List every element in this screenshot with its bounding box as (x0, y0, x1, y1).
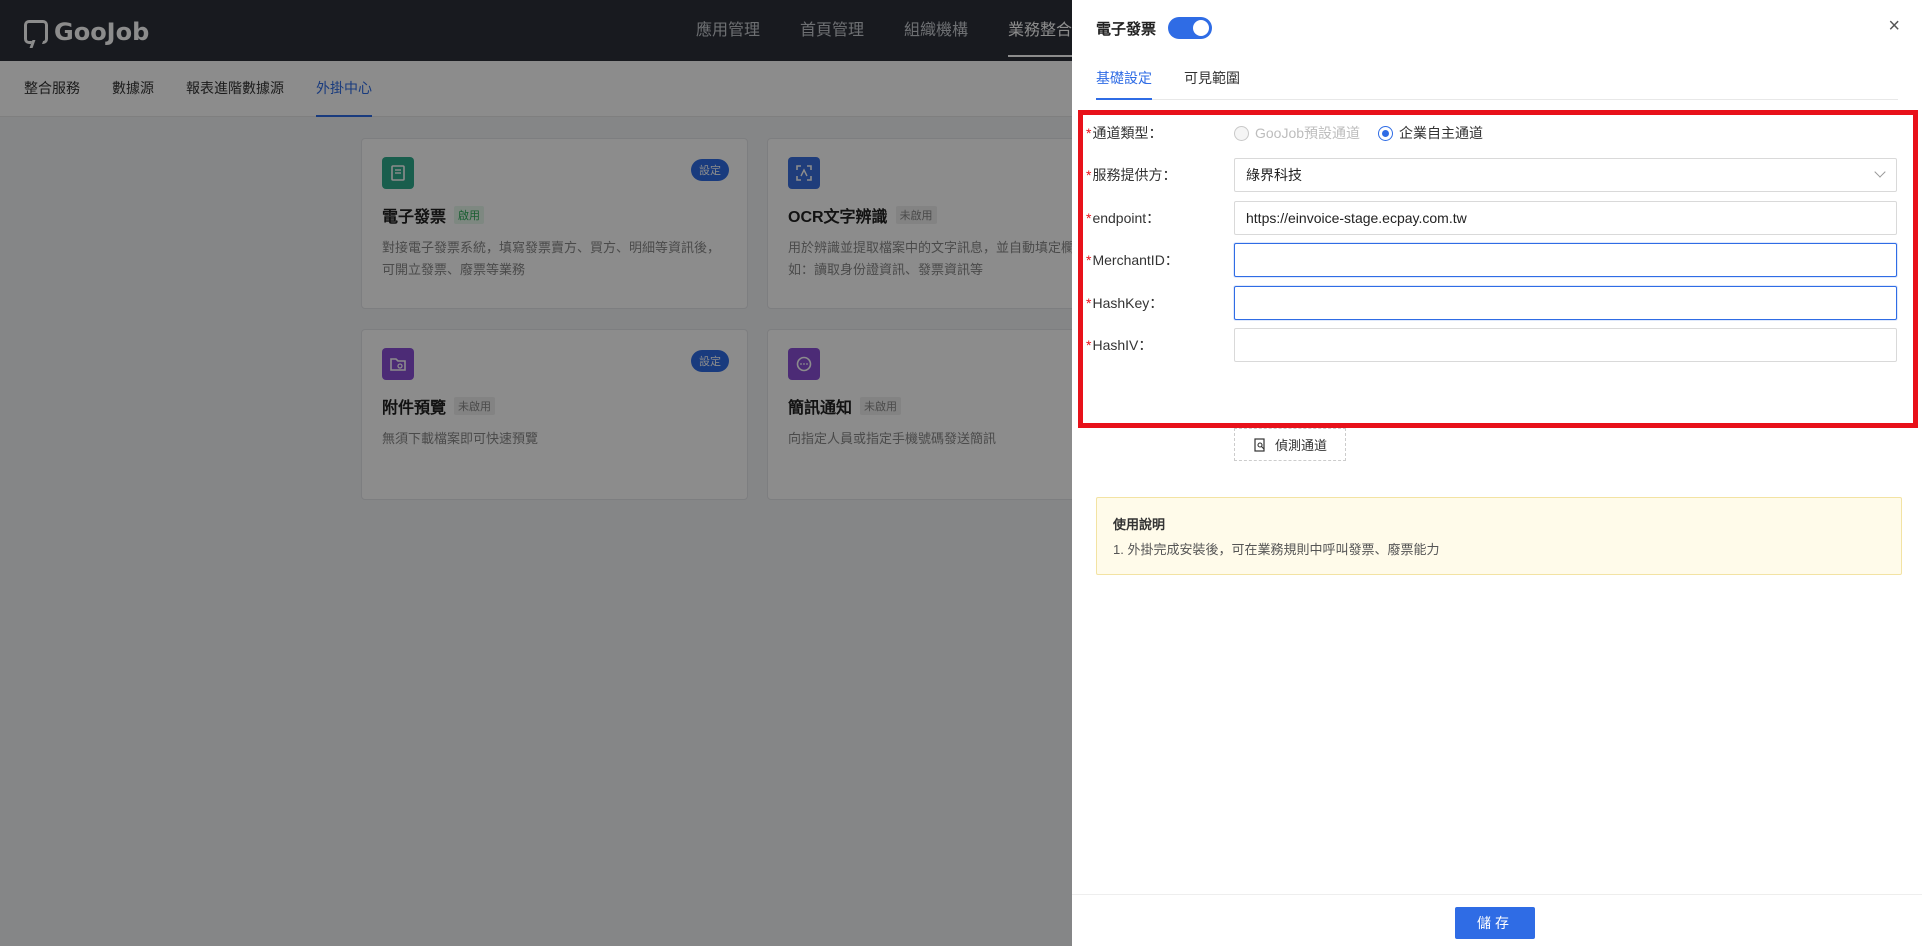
radio-default-channel: GooJob預設通道 (1234, 123, 1360, 143)
drawer-tabs: 基礎設定 可見範圍 (1096, 56, 1898, 100)
drawer-header: 電子發票 (1072, 0, 1922, 56)
tab-basic-settings[interactable]: 基礎設定 (1096, 56, 1152, 100)
detect-channel-button[interactable]: 偵測通道 (1234, 428, 1346, 461)
enable-toggle[interactable] (1168, 17, 1213, 39)
field-label: *服務提供方： (1086, 167, 1177, 183)
merchant-id-input[interactable] (1234, 243, 1897, 277)
close-icon[interactable]: × (1888, 16, 1900, 36)
radio-circle-icon (1234, 125, 1249, 141)
channel-type-radio-group: GooJob預設通道 企業自主通道 (1234, 123, 1483, 143)
field-label: *endpoint： (1086, 210, 1161, 226)
note-text: 1. 外掛完成安裝後，可在業務規則中呼叫發票、廢票能力 (1113, 542, 1440, 557)
form-row-hash-key: *HashKey： (1086, 286, 1906, 320)
form-row-merchant-id: *MerchantID： (1086, 243, 1906, 277)
field-label: *通道類型： (1086, 125, 1163, 141)
field-label: *HashKey： (1086, 295, 1164, 311)
form-row-endpoint: *endpoint： https://einvoice-stage.ecpay.… (1086, 201, 1906, 235)
hash-iv-input[interactable] (1234, 328, 1897, 362)
field-label: *MerchantID： (1086, 252, 1179, 268)
field-label: *HashIV： (1086, 337, 1153, 353)
form-row-hash-iv: *HashIV： (1086, 328, 1906, 362)
radio-enterprise-channel[interactable]: 企業自主通道 (1378, 123, 1483, 143)
note-heading: 使用說明 (1113, 517, 1166, 532)
endpoint-input[interactable]: https://einvoice-stage.ecpay.com.tw (1234, 201, 1897, 235)
drawer-footer: 儲存 (1072, 894, 1922, 946)
detect-button-label: 偵測通道 (1274, 438, 1327, 453)
radio-selected-icon (1378, 125, 1394, 141)
form-row-provider: *服務提供方： 綠界科技 (1086, 158, 1906, 192)
save-button[interactable]: 儲存 (1455, 907, 1535, 939)
modal-overlay[interactable] (0, 0, 1072, 946)
usage-note: 使用說明 1. 外掛完成安裝後，可在業務規則中呼叫發票、廢票能力 (1096, 497, 1902, 575)
settings-drawer: 電子發票 × 基礎設定 可見範圍 *通道類型： GooJob預設通道 企業自主通… (1072, 0, 1922, 946)
hash-key-input[interactable] (1234, 286, 1897, 320)
tab-visible-scope[interactable]: 可見範圍 (1184, 56, 1240, 99)
chevron-down-icon (1874, 166, 1886, 178)
drawer-title: 電子發票 (1096, 20, 1157, 38)
detect-icon (1254, 437, 1265, 452)
provider-select[interactable]: 綠界科技 (1234, 158, 1897, 192)
form-row-channel-type: *通道類型： GooJob預設通道 企業自主通道 (1086, 116, 1906, 150)
